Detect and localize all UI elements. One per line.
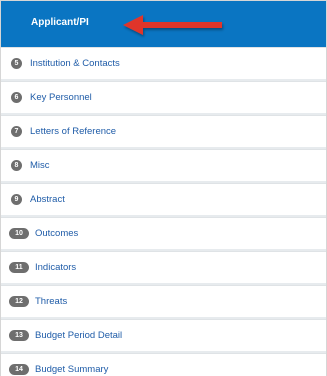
nav-item-label: Misc — [30, 160, 50, 171]
nav-item-key-personnel[interactable]: 6 Key Personnel — [1, 81, 326, 115]
nav-item-letters-of-reference[interactable]: 7 Letters of Reference — [1, 115, 326, 149]
active-section-label: Applicant/PI — [31, 17, 89, 28]
nav-item-indicators[interactable]: 11 Indicators — [1, 251, 326, 285]
nav-item-label: Outcomes — [35, 228, 79, 239]
nav-item-budget-summary[interactable]: 14 Budget Summary — [1, 353, 326, 376]
step-number-badge: 10 — [9, 228, 29, 239]
nav-item-misc[interactable]: 8 Misc — [1, 149, 326, 183]
step-number-badge: 12 — [9, 296, 29, 307]
nav-item-abstract[interactable]: 9 Abstract — [1, 183, 326, 217]
arrow-left-icon — [123, 15, 222, 35]
nav-item-budget-period-detail[interactable]: 13 Budget Period Detail — [1, 319, 326, 353]
nav-item-label: Key Personnel — [30, 92, 92, 103]
nav-item-outcomes[interactable]: 10 Outcomes — [1, 217, 326, 251]
nav-item-label: Budget Period Detail — [35, 330, 123, 341]
nav-item-label: Budget Summary — [35, 364, 109, 375]
nav-list: 5 Institution & Contacts 6 Key Personnel… — [1, 47, 326, 376]
nav-item-label: Threats — [35, 296, 68, 307]
section-nav-panel: Applicant/PI 5 Institution & Contacts 6 … — [0, 0, 327, 376]
nav-item-label: Indicators — [35, 262, 77, 273]
nav-item-institution-contacts[interactable]: 5 Institution & Contacts — [1, 47, 326, 81]
step-number-badge: 9 — [11, 194, 22, 205]
step-number-badge: 13 — [9, 330, 29, 341]
step-number-badge: 7 — [11, 126, 22, 137]
nav-item-label: Abstract — [30, 194, 65, 205]
nav-item-active-applicant-pi[interactable]: Applicant/PI — [1, 1, 326, 47]
nav-item-label: Letters of Reference — [30, 126, 117, 137]
nav-item-threats[interactable]: 12 Threats — [1, 285, 326, 319]
step-number-badge: 6 — [11, 92, 22, 103]
step-number-badge: 14 — [9, 364, 29, 375]
step-number-badge: 8 — [11, 160, 22, 171]
step-number-badge: 5 — [11, 58, 22, 69]
nav-item-label: Institution & Contacts — [30, 58, 120, 69]
step-number-badge: 11 — [9, 262, 29, 273]
